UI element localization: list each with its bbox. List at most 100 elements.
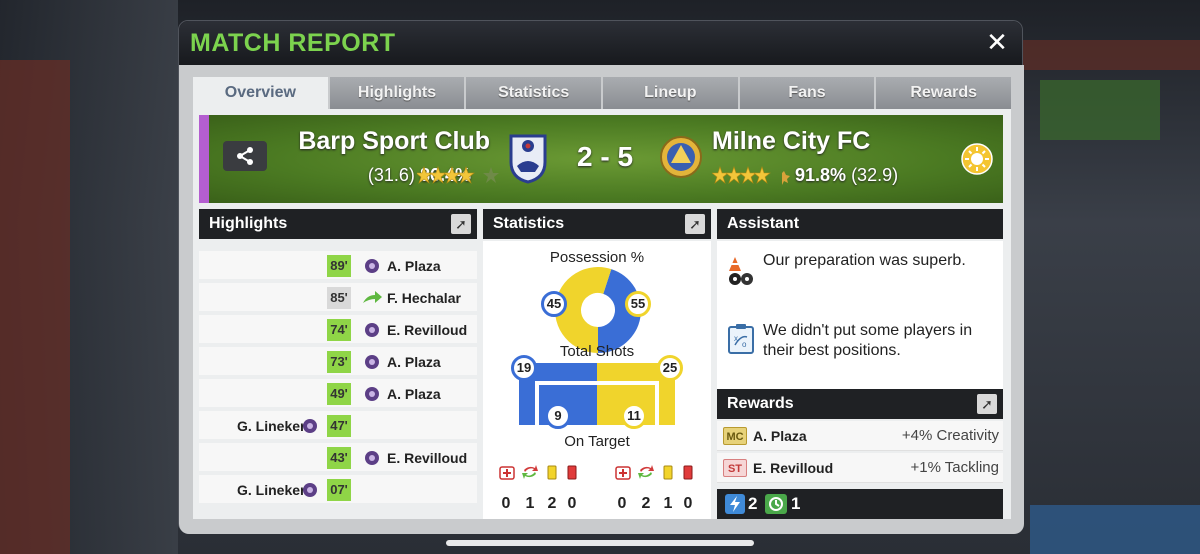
yellow-card-icon: [547, 465, 557, 480]
report-panel: Overview Highlights Statistics Lineup Fa…: [179, 65, 1024, 534]
away-subs: 2: [641, 495, 651, 512]
home-shots: 19: [511, 355, 537, 381]
substitution-icon: [638, 465, 654, 479]
tab-bar: Overview Highlights Statistics Lineup Fa…: [193, 77, 1012, 109]
tab-overview[interactable]: Overview: [193, 77, 330, 109]
away-on-target: 11: [621, 403, 647, 429]
reward-player: E. Revilloud: [753, 460, 834, 476]
tab-lineup[interactable]: Lineup: [603, 77, 740, 109]
substitution-icon: [522, 465, 538, 479]
clock-boost-icon: [765, 494, 787, 514]
highlights-list: 89' A. Plaza 85' F. Hechalar 74' E. Revi…: [199, 241, 477, 519]
highlight-row[interactable]: G. Lineker 47': [199, 411, 477, 441]
away-rating-pct: 91.8%: [795, 165, 847, 185]
statistics-header: Statistics ➚: [483, 209, 711, 239]
lightning-boost-icon: [725, 494, 745, 514]
match-score: 2 - 5: [576, 141, 634, 172]
ball-icon: [365, 323, 379, 337]
home-star-rating: [417, 166, 499, 184]
close-button[interactable]: ✕: [984, 29, 1010, 55]
event-player: A. Plaza: [387, 258, 441, 274]
away-team-name[interactable]: Milne City FC: [712, 127, 870, 156]
event-minute: 85': [327, 287, 351, 309]
tactics-board-icon: x o: [728, 324, 754, 354]
overview-content: Barp Sport Club (31.6) 86.4% 2 - 5 Milne…: [193, 109, 1011, 519]
event-minute: 73': [327, 351, 351, 373]
background-panel: [0, 60, 70, 554]
event-player: G. Lineker: [237, 482, 306, 498]
event-minute: 89': [327, 255, 351, 277]
home-indicator: [446, 540, 754, 546]
expand-statistics-icon[interactable]: ➚: [685, 214, 705, 234]
away-red: 0: [683, 495, 693, 512]
away-star-rating: [712, 166, 790, 185]
statistics-title: Statistics: [493, 215, 565, 232]
event-player: A. Plaza: [387, 386, 441, 402]
reward-gain: +4% Creativity: [901, 427, 999, 444]
background-panel: [1040, 80, 1160, 140]
event-player: E. Revilloud: [387, 322, 468, 338]
ball-icon: [365, 355, 379, 369]
home-rating-avg: (31.6): [367, 165, 415, 185]
highlight-row[interactable]: 74' E. Revilloud: [199, 315, 477, 345]
background-panel: [1030, 505, 1200, 554]
assistant-message: We didn't put some players in their best…: [763, 322, 973, 359]
reward-row[interactable]: ST E. Revilloud +1% Tackling: [717, 453, 1003, 483]
home-on-target: 9: [545, 403, 571, 429]
injury-icon: [615, 466, 631, 480]
substitution-arrow-icon: [363, 291, 382, 303]
shots-goal-graphic: [519, 363, 675, 425]
away-team-crest[interactable]: [659, 135, 703, 179]
red-card-icon: [567, 465, 577, 480]
ball-icon: [365, 387, 379, 401]
away-possession: 55: [625, 291, 651, 317]
assistant-title: Assistant: [727, 215, 800, 232]
event-player: G. Lineker: [237, 418, 306, 434]
modal-header: MATCH REPORT ✕: [179, 21, 1022, 65]
highlight-row[interactable]: 85' F. Hechalar: [199, 283, 477, 313]
highlight-row[interactable]: 43' E. Revilloud: [199, 443, 477, 473]
event-minute: 07': [327, 479, 351, 501]
assistant-panel: Our preparation was superb. x o We didn'…: [717, 241, 1003, 391]
highlight-row[interactable]: 89' A. Plaza: [199, 251, 477, 281]
event-minute: 43': [327, 447, 351, 469]
home-team-crest[interactable]: [507, 132, 549, 184]
ball-icon: [303, 483, 317, 497]
yellow-card-icon: [663, 465, 673, 480]
tab-rewards[interactable]: Rewards: [876, 77, 1012, 109]
reward-row[interactable]: MC A. Plaza +4% Creativity: [717, 421, 1003, 451]
page-title: MATCH REPORT: [190, 29, 396, 57]
highlight-row[interactable]: 73' A. Plaza: [199, 347, 477, 377]
position-badge: MC: [723, 427, 747, 445]
home-red: 0: [567, 495, 577, 512]
on-target-label: On Target: [564, 433, 630, 450]
highlight-row[interactable]: 49' A. Plaza: [199, 379, 477, 409]
ball-icon: [365, 451, 379, 465]
tab-fans[interactable]: Fans: [739, 77, 877, 109]
share-button[interactable]: [223, 141, 267, 171]
event-player: E. Revilloud: [387, 450, 468, 466]
event-minute: 49': [327, 383, 351, 405]
statistics-panel: Possession % 45 55 Total Shots 19 25 9 1…: [483, 241, 711, 519]
reward-player: A. Plaza: [753, 428, 807, 444]
away-shots: 25: [657, 355, 683, 381]
red-card-icon: [683, 465, 693, 480]
away-injuries: 0: [617, 495, 627, 512]
tab-highlights[interactable]: Highlights: [329, 77, 467, 109]
training-cones-icon: [729, 257, 753, 285]
position-badge: ST: [723, 459, 747, 477]
event-minute: 74': [327, 319, 351, 341]
away-rating-avg: (32.9): [851, 165, 899, 185]
away-team-rating: 91.8% (32.9): [795, 165, 898, 186]
reward-gain: +1% Tackling: [910, 459, 999, 476]
expand-highlights-icon[interactable]: ➚: [451, 214, 471, 234]
highlight-row[interactable]: G. Lineker 07': [199, 475, 477, 505]
away-yellow: 1: [663, 495, 673, 512]
svg-text:o: o: [742, 340, 747, 349]
scoreboard: Barp Sport Club (31.6) 86.4% 2 - 5 Milne…: [199, 115, 1003, 203]
home-team-name[interactable]: Barp Sport Club: [298, 127, 490, 156]
ball-icon: [303, 419, 317, 433]
tab-statistics[interactable]: Statistics: [466, 77, 604, 109]
home-possession: 45: [541, 291, 567, 317]
expand-rewards-icon[interactable]: ➚: [977, 394, 997, 414]
